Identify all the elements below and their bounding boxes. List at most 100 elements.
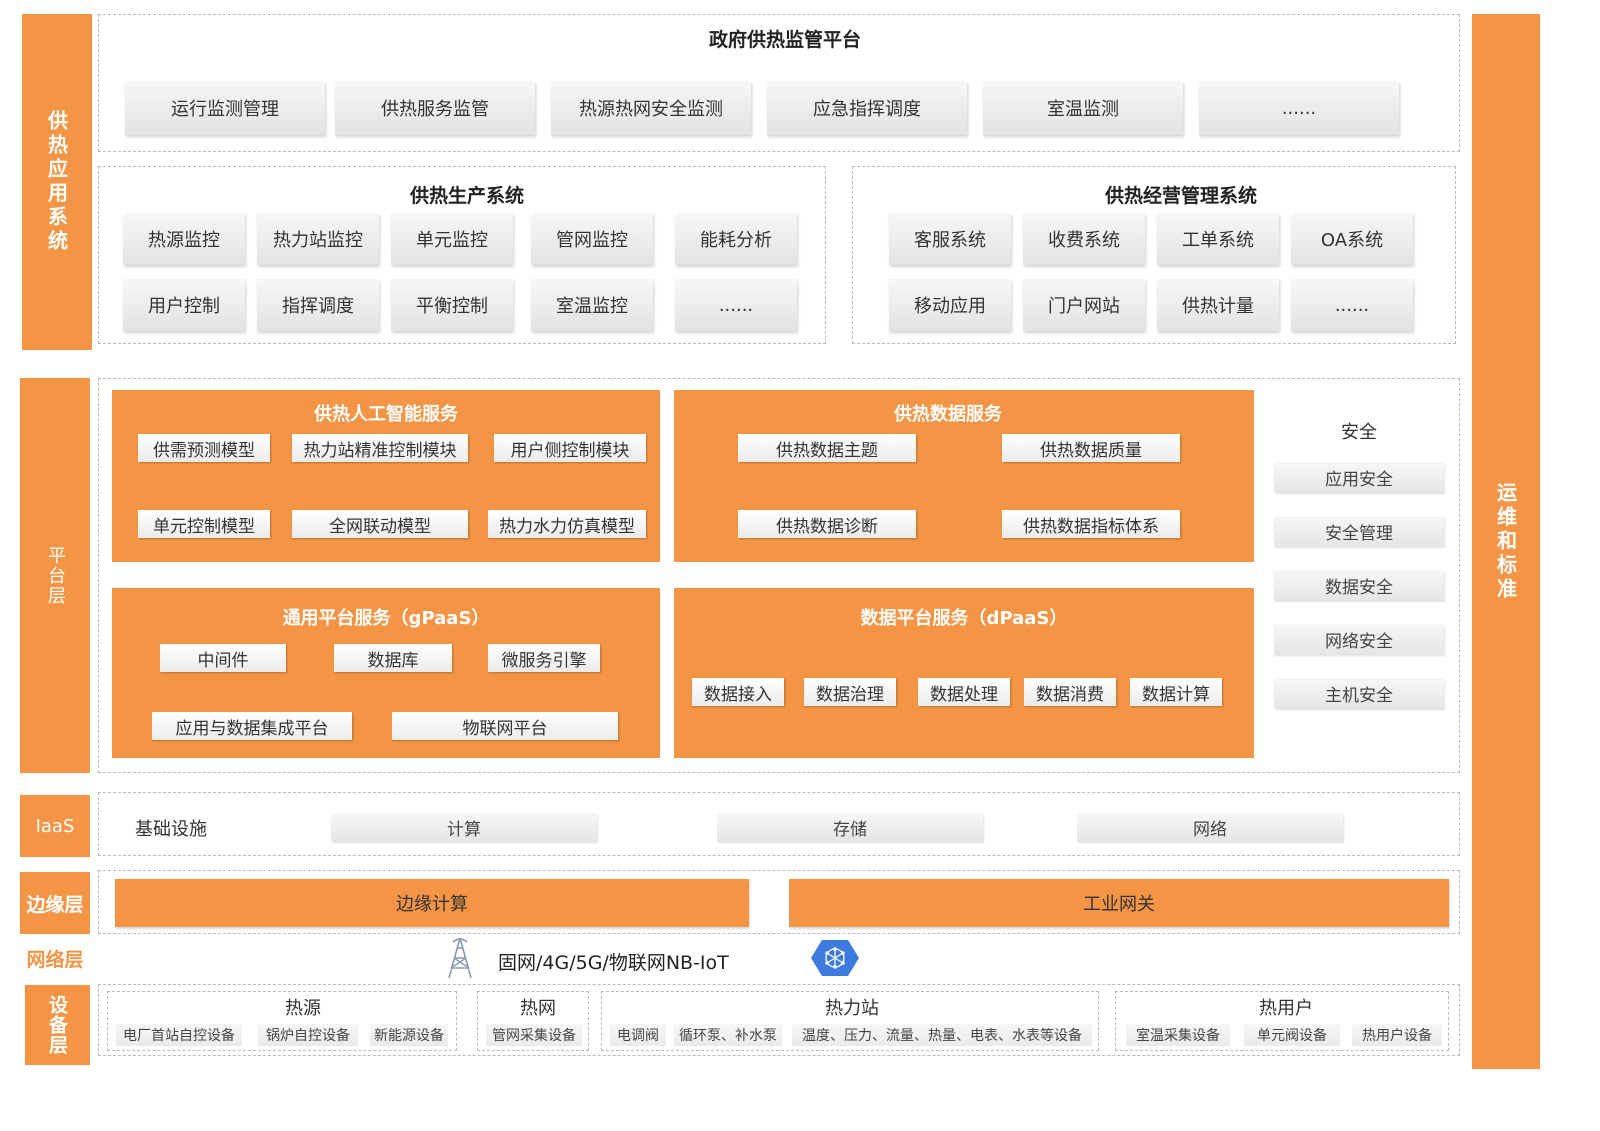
production-item[interactable]: ...... [675,279,797,331]
management-title: 供热经营管理系统 [1104,185,1257,207]
data-service-item[interactable]: 供热数据诊断 [738,510,916,538]
gov-item[interactable]: 室温监测 [983,81,1183,135]
side-label-edge: 边缘层 [20,872,90,934]
gov-platform-title: 政府供热监管平台 [708,29,861,51]
iaas-item[interactable]: 网络 [1077,813,1343,841]
device-group-title: 热力站 [825,998,879,1019]
management-item[interactable]: 移动应用 [889,279,1011,331]
gov-item[interactable]: 供热服务监管 [335,81,535,135]
device-group-heat-source: 热源 电厂首站自控设备 锅炉自控设备 新能源设备 [107,991,457,1051]
network-hub-icon [811,940,859,976]
device-group-heat-users: 热用户 室温采集设备 单元阀设备 热用户设备 [1115,991,1449,1051]
dpaas-title: 数据平台服务（dPaaS） [860,608,1068,629]
gpaas-item[interactable]: 物联网平台 [392,712,618,740]
dpaas-box: 数据平台服务（dPaaS） 数据接入 数据治理 数据处理 数据消费 数据计算 [674,588,1254,758]
iaas-item[interactable]: 计算 [331,813,597,841]
gpaas-item[interactable]: 中间件 [160,644,286,672]
production-item[interactable]: 平衡控制 [391,279,513,331]
gov-item[interactable]: 运行监测管理 [125,81,325,135]
management-item[interactable]: 门户网站 [1023,279,1145,331]
iaas-item[interactable]: 存储 [717,813,983,841]
iaas-panel: 基础设施 计算 存储 网络 [98,792,1460,856]
tower-icon [448,937,472,979]
ai-model-item[interactable]: 用户侧控制模块 [494,434,646,462]
dpaas-item[interactable]: 数据治理 [804,678,896,706]
network-text: 固网/4G/5G/物联网NB-IoT [498,952,729,974]
production-item[interactable]: 热力站监控 [257,213,379,265]
device-item: 电厂首站自控设备 [116,1024,242,1046]
device-item: 热用户设备 [1352,1024,1442,1046]
ai-model-item[interactable]: 单元控制模型 [138,510,270,538]
device-item: 电调阀 [610,1024,666,1046]
management-item[interactable]: ...... [1291,279,1413,331]
security-item[interactable]: 数据安全 [1274,570,1444,600]
dpaas-item[interactable]: 数据计算 [1130,678,1222,706]
dpaas-item[interactable]: 数据接入 [692,678,784,706]
ai-model-item[interactable]: 全网联动模型 [292,510,468,538]
dpaas-item[interactable]: 数据消费 [1024,678,1116,706]
production-item[interactable]: 管网监控 [531,213,653,265]
security-title: 安全 [1341,422,1377,443]
device-panel: 热源 电厂首站自控设备 锅炉自控设备 新能源设备 热网 管网采集设备 热力站 电… [98,984,1460,1056]
production-item[interactable]: 室温监控 [531,279,653,331]
side-label-ops-standards: 运维和标准 [1472,14,1540,1069]
device-group-title: 热用户 [1259,998,1313,1019]
production-item[interactable]: 能耗分析 [675,213,797,265]
device-item: 温度、压力、流量、热量、电表、水表等设备 [792,1024,1092,1046]
device-item: 管网采集设备 [486,1024,582,1046]
gpaas-item[interactable]: 应用与数据集成平台 [152,712,352,740]
production-item[interactable]: 指挥调度 [257,279,379,331]
edge-panel: 边缘计算 工业网关 [98,870,1460,934]
data-service-item[interactable]: 供热数据主题 [738,434,916,462]
industrial-gateway[interactable]: 工业网关 [789,879,1449,927]
device-group-heat-station: 热力站 电调阀 循环泵、补水泵 温度、压力、流量、热量、电表、水表等设备 [601,991,1099,1051]
device-item: 室温采集设备 [1126,1024,1230,1046]
management-item[interactable]: 工单系统 [1157,213,1279,265]
device-item: 新能源设备 [370,1024,448,1046]
production-title: 供热生产系统 [409,185,524,207]
gpaas-title: 通用平台服务（gPaaS） [282,608,490,629]
side-label-iaas: IaaS [20,795,90,857]
side-label-app: 供热应用系统 [22,14,92,350]
production-item[interactable]: 热源监控 [123,213,245,265]
gpaas-item[interactable]: 数据库 [334,644,452,672]
gpaas-item[interactable]: 微服务引擎 [488,644,600,672]
gov-item[interactable]: 热源热网安全监测 [551,81,751,135]
management-panel: 供热经营管理系统 客服系统 收费系统 工单系统 OA系统 移动应用 门户网站 供… [852,166,1456,344]
ai-model-item[interactable]: 热力站精准控制模块 [292,434,468,462]
production-panel: 供热生产系统 热源监控 热力站监控 单元监控 管网监控 能耗分析 用户控制 指挥… [98,166,826,344]
side-label-device: 设备层 [25,985,90,1065]
gov-item[interactable]: 应急指挥调度 [767,81,967,135]
side-label-network: 网络层 [26,949,84,971]
ai-model-item[interactable]: 热力水力仿真模型 [488,510,646,538]
gpaas-box: 通用平台服务（gPaaS） 中间件 数据库 微服务引擎 应用与数据集成平台 物联… [112,588,660,758]
production-item[interactable]: 用户控制 [123,279,245,331]
management-item[interactable]: 收费系统 [1023,213,1145,265]
management-item[interactable]: OA系统 [1291,213,1413,265]
gov-item[interactable]: ...... [1199,81,1399,135]
device-item: 循环泵、补水泵 [674,1024,782,1046]
device-group-title: 热网 [520,998,556,1019]
dpaas-item[interactable]: 数据处理 [918,678,1010,706]
security-item[interactable]: 应用安全 [1274,462,1444,492]
production-item[interactable]: 单元监控 [391,213,513,265]
device-group-title: 热源 [285,998,321,1019]
side-label-platform: 平台层 [20,378,90,773]
ai-service-box: 供热人工智能服务 供需预测模型 热力站精准控制模块 用户侧控制模块 单元控制模型… [112,390,660,562]
device-group-heat-network: 热网 管网采集设备 [477,991,589,1051]
ai-model-item[interactable]: 供需预测模型 [138,434,270,462]
security-item[interactable]: 主机安全 [1274,678,1444,708]
edge-computing[interactable]: 边缘计算 [115,879,749,927]
data-service-title: 供热数据服务 [894,404,1002,425]
device-item: 锅炉自控设备 [258,1024,358,1046]
security-item[interactable]: 网络安全 [1274,624,1444,654]
management-item[interactable]: 客服系统 [889,213,1011,265]
gov-platform-panel: 政府供热监管平台 运行监测管理 供热服务监管 热源热网安全监测 应急指挥调度 室… [98,14,1460,152]
data-service-box: 供热数据服务 供热数据主题 供热数据质量 供热数据诊断 供热数据指标体系 [674,390,1254,562]
data-service-item[interactable]: 供热数据质量 [1002,434,1180,462]
security-item[interactable]: 安全管理 [1274,516,1444,546]
management-item[interactable]: 供热计量 [1157,279,1279,331]
iaas-label: 基础设施 [135,819,207,840]
data-service-item[interactable]: 供热数据指标体系 [1002,510,1180,538]
device-item: 单元阀设备 [1244,1024,1340,1046]
